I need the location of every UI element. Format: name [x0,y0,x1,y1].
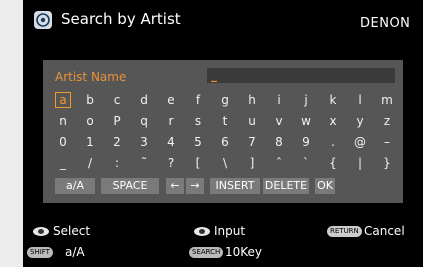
key-2[interactable]: 2 [109,134,125,150]
cursor-left-button[interactable]: ← [166,178,184,194]
ok-button[interactable]: OK [315,178,335,194]
enter-button-icon [33,227,49,236]
key-f[interactable]: f [190,92,206,108]
key-o[interactable]: o [82,113,98,129]
text-cursor: _ [211,68,217,82]
key-dash[interactable]: – [379,134,395,150]
key-1[interactable]: 1 [82,134,98,150]
key-e[interactable]: e [163,92,179,108]
key-backslash[interactable]: \ [217,155,233,171]
function-key-row: a/A SPACE ← → INSERT DELETE OK [55,178,395,194]
key-p[interactable]: P [109,113,125,129]
key-0[interactable]: 0 [55,134,71,150]
key-y[interactable]: y [352,113,368,129]
search-artist-icon [34,11,52,29]
key-a[interactable]: a [55,92,71,108]
cursor-right-button[interactable]: → [186,178,204,194]
key-pipe[interactable]: | [352,155,368,171]
keyboard-panel: Artist Name _ a b c d e f g h i j k l m … [43,60,403,203]
key-z[interactable]: z [379,113,395,129]
key-right-bracket[interactable]: ] [244,155,260,171]
enter-button-icon [194,227,210,236]
brand-logo: DENON [360,16,411,31]
key-backtick[interactable]: ` [298,155,314,171]
cancel-hint-label: Cancel [364,224,405,238]
key-q[interactable]: q [136,113,152,129]
input-hint-label: Input [214,224,246,238]
key-n[interactable]: n [55,113,71,129]
search-hint-label: 10Key [225,245,263,259]
key-8[interactable]: 8 [271,134,287,150]
key-h[interactable]: h [244,92,260,108]
key-i[interactable]: i [271,92,287,108]
select-hint-label: Select [53,224,91,238]
key-right-brace[interactable]: } [379,155,395,171]
key-s[interactable]: s [190,113,206,129]
key-3[interactable]: 3 [136,134,152,150]
artist-name-label: Artist Name [55,70,127,84]
key-u[interactable]: u [244,113,260,129]
key-left-bracket[interactable]: [ [190,155,206,171]
key-r[interactable]: r [163,113,179,129]
artist-name-input[interactable]: _ [207,68,395,83]
key-7[interactable]: 7 [244,134,260,150]
search-button-icon: SEARCH [189,247,224,258]
key-6[interactable]: 6 [217,134,233,150]
key-slash[interactable]: / [82,155,98,171]
key-9[interactable]: 9 [298,134,314,150]
key-left-brace[interactable]: { [325,155,341,171]
key-b[interactable]: b [82,92,98,108]
key-t[interactable]: t [217,113,233,129]
key-v[interactable]: v [271,113,287,129]
footer-hints: Select Input RETURN Cancel SHIFT a/A SEA… [23,218,423,267]
key-l[interactable]: l [352,92,368,108]
key-caret[interactable]: ˆ [271,155,287,171]
key-k[interactable]: k [325,92,341,108]
key-at[interactable]: @ [352,134,368,150]
key-c[interactable]: c [109,92,125,108]
key-question[interactable]: ? [163,155,179,171]
screen: Search by Artist DENON Artist Name _ a b… [23,0,423,267]
key-period[interactable]: . [325,134,341,150]
key-w[interactable]: w [298,113,314,129]
key-g[interactable]: g [217,92,233,108]
delete-button[interactable]: DELETE [263,178,309,194]
return-button-icon: RETURN [327,226,362,237]
space-button[interactable]: SPACE [101,178,159,194]
case-toggle-button[interactable]: a/A [55,178,95,194]
key-d[interactable]: d [136,92,152,108]
insert-button[interactable]: INSERT [210,178,260,194]
key-4[interactable]: 4 [163,134,179,150]
page-title: Search by Artist [61,10,181,28]
shift-hint-label: a/A [65,245,85,259]
key-x[interactable]: x [325,113,341,129]
key-underscore[interactable]: _ [55,155,71,171]
key-colon[interactable]: : [109,155,125,171]
key-5[interactable]: 5 [190,134,206,150]
key-tilde[interactable]: ˜ [136,155,152,171]
title-bar: Search by Artist DENON [23,0,423,42]
key-m[interactable]: m [379,92,395,108]
key-j[interactable]: j [298,92,314,108]
shift-button-icon: SHIFT [27,247,53,258]
